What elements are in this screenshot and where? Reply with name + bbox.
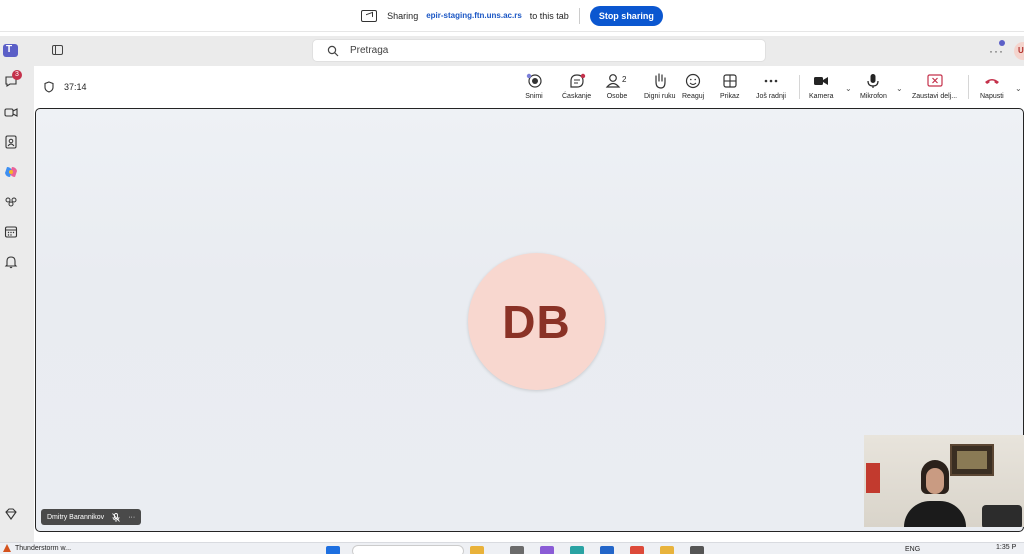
weather-widget[interactable]: Thunderstorm w... [3,544,71,552]
participant-avatar: DB [468,253,605,390]
more-horizontal-icon [764,79,778,83]
clock[interactable]: 1:35 P [996,544,1016,551]
video-chair [982,505,1022,527]
copilot-icon[interactable] [4,165,18,179]
weather-text: Thunderstorm w... [15,544,72,552]
record-button[interactable]: Snimi [525,73,543,100]
camera-button[interactable]: Kamera [809,73,834,100]
search-input[interactable]: Pretraga [312,39,766,62]
react-button[interactable]: Reaguj [682,73,704,100]
camera-chevron-icon[interactable]: ⌄ [845,84,852,93]
language-indicator[interactable]: ENG [905,546,920,553]
start-icon[interactable] [326,546,340,554]
participant-more-icon[interactable]: ··· [128,514,135,521]
video-wall-picture [950,444,994,476]
raise-hand-button[interactable]: Digni ruku [644,73,676,100]
smiley-icon [685,73,701,89]
chat-badge: 3 [12,70,22,80]
chat-label: Ćaskanje [562,93,592,100]
contacts-icon[interactable] [4,135,18,149]
left-rail: 3 [0,66,34,542]
sharing-label: Sharing [387,10,419,21]
taskbar-app-icon[interactable] [570,546,584,554]
stop-share-button[interactable]: Zaustavi delj... [912,73,957,100]
chat-bubble-icon [569,73,585,88]
mic-button[interactable]: Mikrofon [860,73,887,100]
grid-view-icon [723,74,737,88]
search-placeholder: Pretraga [350,45,389,56]
record-icon [526,73,542,88]
microphone-icon [867,74,880,88]
people-label: Osobe [606,93,628,100]
stop-sharing-button[interactable]: Stop sharing [589,5,663,26]
diamond-icon[interactable] [4,507,18,521]
participant-name-tag[interactable]: Dmitry Barannikov ··· [41,509,142,525]
sharing-banner: Sharing epir-staging.ftn.uns.ac.rs to th… [0,0,1024,32]
more-actions-button[interactable]: Još radnji [756,73,786,100]
people-icon: 2 [605,74,627,88]
stop-share-icon [926,74,943,87]
banner-divider [578,7,580,24]
teams-logo-icon[interactable] [3,44,18,57]
more-options-icon[interactable]: ··· [989,44,1004,58]
react-label: Reaguj [682,93,705,100]
taskbar-app-icon[interactable] [690,546,704,554]
calendar-icon[interactable] [4,225,18,239]
toolbar-divider [799,75,800,99]
people-count: 2 [622,75,627,84]
more-actions-label: Još radnji [756,93,786,100]
people-button[interactable]: 2 Osobe [604,73,630,100]
panel-toggle-icon[interactable] [52,45,63,55]
search-icon [327,45,339,56]
chat-button[interactable]: Ćaskanje [562,73,591,100]
meeting-timer: 37:14 [64,82,87,92]
leave-label: Napusti [980,93,1004,100]
screen-share-icon [361,9,378,22]
weather-warning-icon [3,544,11,552]
mic-chevron-icon[interactable]: ⌄ [896,84,903,93]
view-label: Prikaz [720,93,740,100]
hang-up-icon [984,79,999,84]
record-label: Snimi [525,93,543,100]
hand-icon [655,73,666,89]
leave-button[interactable]: Napusti [980,73,1004,100]
camera-icon [814,77,829,85]
meeting-toolbar: 37:14 Snimi Ćaskanje 2 Osobe Digni ruku … [34,66,1024,108]
toolbar-divider [968,75,969,99]
user-avatar[interactable]: U [1014,42,1024,60]
os-taskbar: Thunderstorm w... ENG 1:35 P [0,542,1024,554]
mic-off-icon [112,512,121,522]
bell-icon[interactable] [4,255,18,269]
folder-icon[interactable] [660,546,674,554]
taskbar-app-icon[interactable] [510,546,524,554]
stop-share-label: Zaustavi delj... [912,93,958,100]
taskbar-app-icon[interactable] [540,546,554,554]
community-icon[interactable] [4,195,18,209]
video-icon[interactable] [4,105,18,119]
shield-icon [44,81,54,93]
raise-hand-label: Digni ruku [644,93,676,100]
taskbar-app-icon[interactable] [600,546,614,554]
taskbar-search-icon[interactable] [352,545,464,554]
leave-chevron-icon[interactable]: ⌄ [1015,84,1022,93]
sharing-origin: epir-staging.ftn.uns.ac.rs [426,11,522,20]
self-video-preview[interactable] [864,435,1024,527]
camera-label: Kamera [809,93,834,100]
notification-dot [999,40,1005,46]
participant-name: Dmitry Barannikov [47,513,105,521]
app-top-bar: Pretraga ··· U [0,36,1024,66]
view-button[interactable]: Prikaz [720,73,739,100]
sharing-suffix: to this tab [529,10,569,21]
taskbar-app-icon[interactable] [470,546,484,554]
mic-label: Mikrofon [860,93,887,100]
video-person-face [926,468,944,494]
chrome-icon[interactable] [630,546,644,554]
video-decor [866,463,880,493]
